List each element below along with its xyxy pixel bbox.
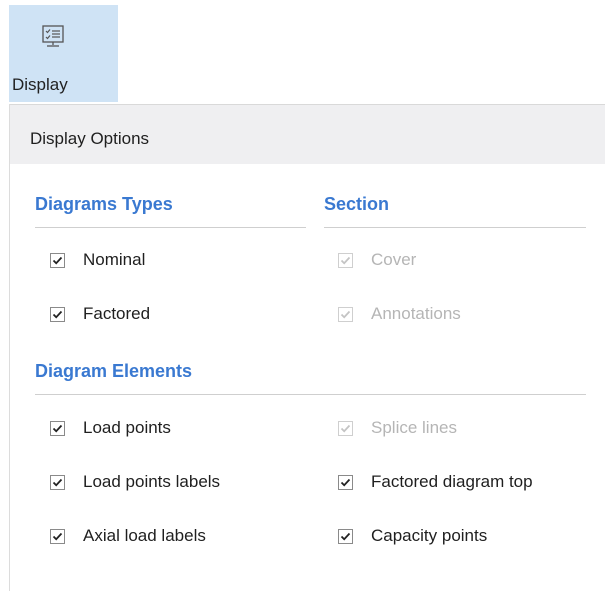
checkbox-row-factored[interactable]: Factored [50,302,150,326]
checkbox-capacity-points[interactable] [338,528,353,544]
display-ribbon-button[interactable]: Display [9,5,118,102]
group-title-section: Section [324,194,390,214]
checkbox-splice-lines [338,420,353,436]
checkbox-row-load-points-labels[interactable]: Load points labels [50,470,220,494]
checkbox-label: Cover [371,250,417,269]
display-ribbon-label: Display [12,75,68,94]
group-title-diagram-elements: Diagram Elements [35,361,193,381]
checkbox-nominal[interactable] [50,252,65,268]
checkbox-label: Factored diagram top [371,472,533,491]
panel-title: Display Options [30,129,150,148]
group-divider [35,394,586,395]
display-options-icon [41,25,67,49]
checkbox-load-points[interactable] [50,420,65,436]
checkbox-row-capacity-points[interactable]: Capacity points [338,524,487,548]
checkbox-row-annotations: Annotations [338,302,461,326]
checkbox-row-cover: Cover [338,248,416,272]
checkbox-annotations [338,306,353,322]
display-options-panel: Display Options Diagrams Types Nominal F… [9,104,605,591]
checkbox-label: Capacity points [371,526,488,545]
checkbox-label: Factored [83,304,151,323]
checkbox-row-load-points[interactable]: Load points [50,416,171,440]
checkbox-label: Load points labels [83,472,221,491]
group-divider [35,227,306,228]
checkbox-label: Load points [83,418,171,437]
checkbox-row-axial-load-labels[interactable]: Axial load labels [50,524,206,548]
checkbox-row-nominal[interactable]: Nominal [50,248,145,272]
ribbon: Display [0,0,605,104]
checkbox-cover [338,252,353,268]
checkbox-factored-diagram-top[interactable] [338,474,353,490]
checkbox-axial-load-labels[interactable] [50,528,65,544]
checkbox-label: Nominal [83,250,146,269]
group-title-diagram-types: Diagrams Types [35,194,173,214]
checkbox-factored[interactable] [50,306,65,322]
group-divider [324,227,586,228]
checkbox-row-factored-diagram-top[interactable]: Factored diagram top [338,470,533,494]
checkbox-label: Splice lines [371,418,457,437]
checkbox-label: Annotations [371,304,461,323]
checkbox-row-splice-lines: Splice lines [338,416,457,440]
panel-header: Display Options [10,104,605,164]
checkbox-load-points-labels[interactable] [50,474,65,490]
checkbox-label: Axial load labels [83,526,206,545]
